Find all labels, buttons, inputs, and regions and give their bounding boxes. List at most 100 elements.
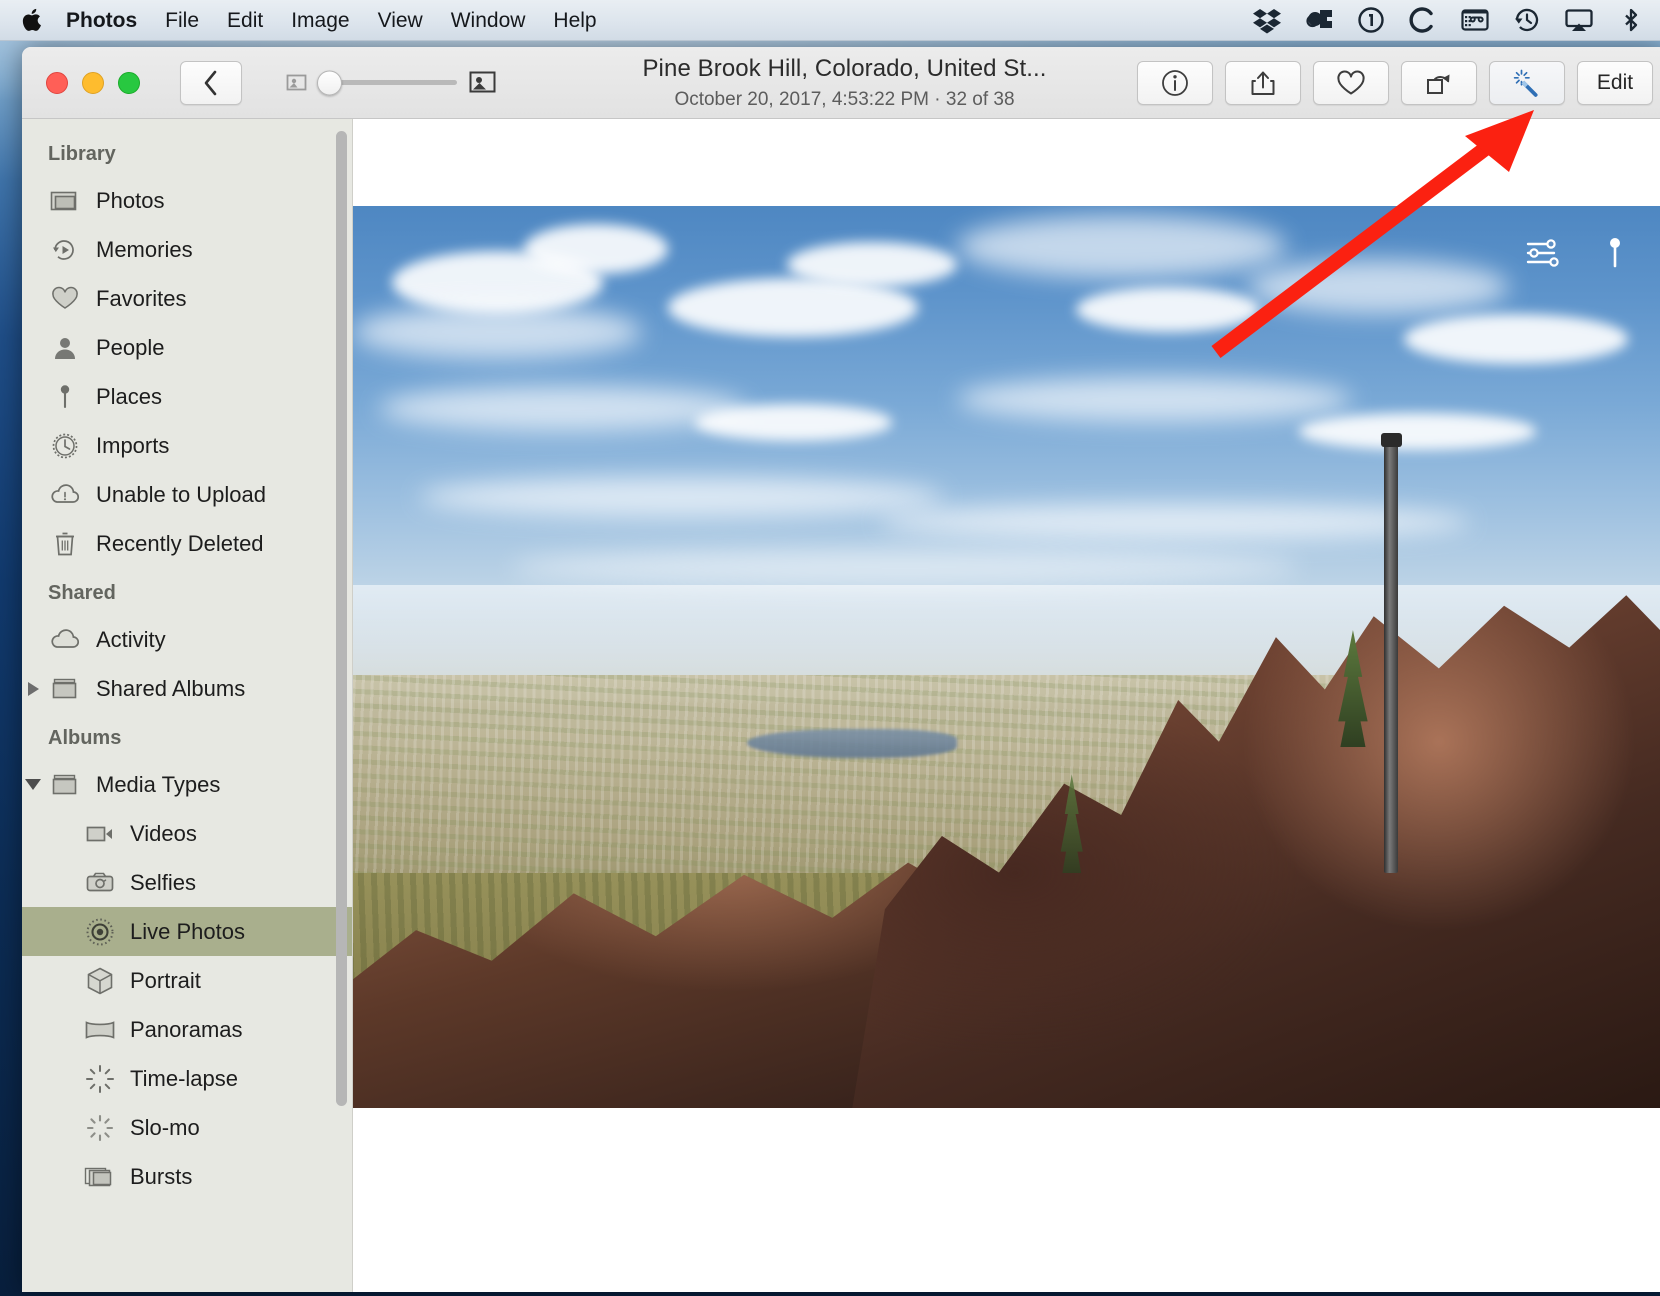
window-toolbar: Pine Brook Hill, Colorado, United St... … [22, 47, 1660, 119]
share-button[interactable] [1225, 60, 1301, 105]
back-button[interactable] [180, 60, 242, 105]
sidebar-item-label: Panoramas [130, 1016, 243, 1042]
one-password-icon[interactable] [1356, 6, 1386, 34]
map-pin-icon [48, 383, 82, 411]
disclosure-triangle-right-icon[interactable] [22, 681, 44, 696]
sidebar-item-imports[interactable]: Imports [22, 421, 352, 470]
macos-menu-bar: Photos File Edit Image View Window Help [0, 0, 1660, 41]
album-stack-icon [48, 676, 82, 702]
bluetooth-icon[interactable] [1616, 6, 1646, 34]
cloud-icon [48, 628, 82, 652]
album-stack-icon [48, 772, 82, 798]
cloud-sync-icon[interactable] [1304, 6, 1334, 34]
photo-viewer [353, 119, 1660, 1292]
edit-button[interactable]: Edit [1577, 60, 1653, 105]
maximize-window-button[interactable] [118, 71, 140, 94]
photo-overlay-controls [1525, 236, 1625, 270]
sidebar-scrollbar[interactable] [336, 131, 347, 1106]
disclosure-triangle-down-icon[interactable] [22, 779, 44, 790]
menu-item-edit[interactable]: Edit [227, 0, 263, 41]
time-lapse-icon [84, 1064, 116, 1094]
photos-stack-icon [48, 188, 82, 214]
large-thumbnail-icon [469, 71, 496, 93]
trash-icon [48, 530, 82, 558]
sidebar-item-memories[interactable]: Memories [22, 225, 352, 274]
cloud-warning-icon [48, 483, 82, 507]
sidebar-item-activity[interactable]: Shared Albums Activity [22, 615, 352, 664]
sidebar-item-panoramas[interactable]: Panoramas [22, 1005, 352, 1054]
minimize-window-button[interactable] [82, 71, 104, 94]
thumbnail-zoom-slider[interactable] [286, 69, 496, 96]
magic-wand-icon [1513, 69, 1538, 97]
toolbar-actions: Edit [1137, 60, 1660, 105]
sidebar-item-label: Media Types [96, 771, 221, 797]
cube-icon [84, 966, 116, 996]
panorama-icon [84, 1019, 116, 1041]
sidebar-item-time-lapse[interactable]: Time-lapse [22, 1054, 352, 1103]
small-thumbnail-icon [286, 74, 307, 91]
window-controls [22, 71, 140, 94]
chevron-left-icon [204, 70, 217, 95]
letter-c-icon[interactable] [1408, 6, 1438, 34]
menu-item-window[interactable]: Window [451, 0, 526, 41]
sidebar-item-photos[interactable]: Photos [22, 176, 352, 225]
close-window-button[interactable] [46, 71, 68, 94]
photo-canvas[interactable] [353, 206, 1660, 1108]
video-camera-icon [84, 823, 116, 845]
sidebar-item-slo-mo[interactable]: Slo-mo [22, 1103, 352, 1152]
adjust-sliders-icon[interactable] [1525, 236, 1563, 270]
favorite-button[interactable] [1313, 60, 1389, 105]
sidebar-group-library: Library [48, 143, 116, 165]
person-icon [48, 335, 82, 361]
sidebar-item-videos[interactable]: Videos [22, 809, 352, 858]
info-circle-icon [1162, 69, 1188, 96]
sidebar-item-label: Videos [130, 820, 197, 846]
sidebar-item-media-types[interactable]: Media Types [22, 760, 352, 809]
sidebar-item-people[interactable]: People [22, 323, 352, 372]
bursts-icon [84, 1164, 116, 1190]
sidebar-item-label: Live Photos [130, 918, 245, 944]
sidebar-item-favorites[interactable]: Favorites [22, 274, 352, 323]
sidebar-item-label: Memories [96, 236, 193, 262]
sidebar-item-portrait[interactable]: Portrait [22, 956, 352, 1005]
photo-metadata-subtitle: October 20, 2017, 4:53:22 PM · 32 of 38 [674, 89, 1015, 110]
sidebar-item-label: People [96, 334, 165, 360]
menu-item-file[interactable]: File [165, 0, 199, 41]
heart-icon [1337, 70, 1365, 94]
sidebar-group-albums: Albums [48, 727, 122, 749]
sidebar-item-places[interactable]: Places [22, 372, 352, 421]
time-machine-icon[interactable] [1512, 6, 1542, 34]
sidebar-item-recently-deleted[interactable]: Recently Deleted [22, 519, 352, 568]
sidebar-item-shared-albums[interactable]: Shared Albums [22, 664, 352, 713]
photos-app-window: Pine Brook Hill, Colorado, United St... … [22, 47, 1660, 1292]
sidebar-item-bursts[interactable]: Bursts [22, 1152, 352, 1201]
share-arrow-icon [1251, 71, 1275, 95]
sidebar-item-label: Portrait [130, 967, 201, 993]
sidebar-item-label: Selfies [130, 869, 197, 895]
apple-logo-icon[interactable] [22, 7, 44, 33]
airplay-icon[interactable] [1564, 6, 1594, 34]
sidebar-item-live-photos[interactable]: Live Photos [22, 907, 352, 956]
memories-play-icon [48, 237, 82, 263]
menu-item-view[interactable]: View [378, 0, 423, 41]
displayed-photo [353, 206, 1660, 1108]
zoom-slider-track[interactable] [317, 70, 457, 95]
dropbox-icon[interactable] [1252, 6, 1282, 34]
slo-mo-icon [84, 1113, 116, 1143]
sidebar-item-unable-to-upload[interactable]: Unable to Upload [22, 470, 352, 519]
sidebar-item-label: Favorites [96, 285, 187, 311]
info-button[interactable] [1137, 60, 1213, 105]
keyboard-shortcut-icon[interactable] [1460, 6, 1490, 34]
menu-item-help[interactable]: Help [553, 0, 596, 41]
sidebar-item-label: Bursts [130, 1163, 193, 1189]
sidebar-item-selfies[interactable]: Selfies [22, 858, 352, 907]
auto-enhance-button[interactable] [1489, 60, 1565, 105]
location-pin-icon[interactable] [1605, 236, 1625, 270]
menu-item-photos[interactable]: Photos [66, 0, 137, 41]
menu-item-image[interactable]: Image [291, 0, 349, 41]
zoom-slider-knob[interactable] [317, 70, 342, 95]
sidebar: Library Photos Memories Favorites People… [22, 119, 353, 1292]
metal-pole-cap [1380, 433, 1402, 447]
rotate-button[interactable] [1401, 60, 1477, 105]
sidebar-item-label: Places [96, 383, 163, 409]
